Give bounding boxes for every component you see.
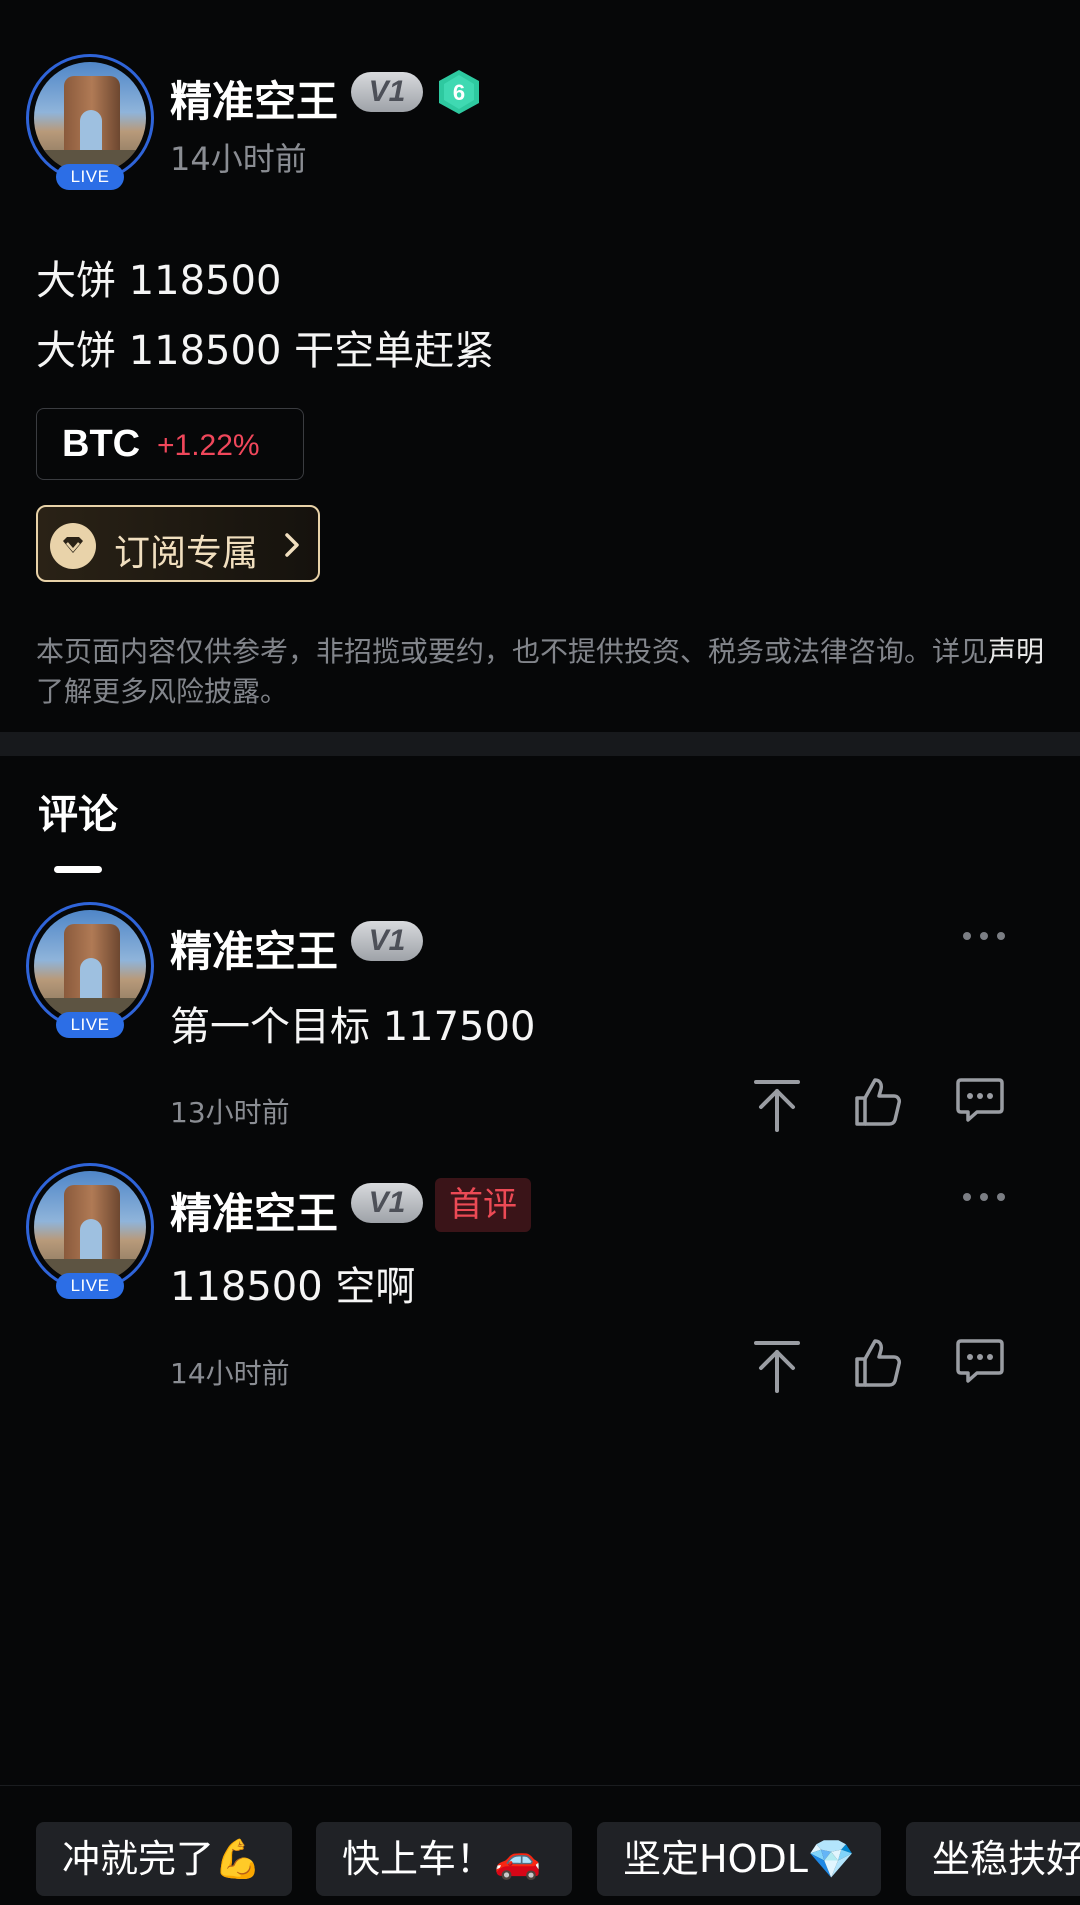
live-badge: LIVE	[56, 1012, 124, 1038]
pin-top-icon[interactable]	[752, 1339, 802, 1393]
thumbs-up-icon[interactable]	[852, 1074, 902, 1128]
live-badge: LIVE	[56, 164, 124, 190]
comment-author-name[interactable]: 精准空王	[170, 918, 338, 979]
disclaimer-text-end: 了解更多风险披露。	[36, 675, 289, 708]
comment-icon[interactable]	[955, 1074, 1005, 1128]
thumbs-up-icon[interactable]	[852, 1335, 902, 1389]
vip-badge: V1	[351, 72, 423, 112]
diamond-icon	[50, 523, 96, 569]
post-line-1: 大饼 118500	[36, 258, 282, 304]
chevron-right-icon	[285, 533, 299, 557]
comment-text: 118500 空啊	[170, 1264, 416, 1310]
ticker-symbol: BTC	[62, 423, 141, 465]
more-icon[interactable]	[960, 1190, 1008, 1204]
section-divider	[0, 732, 1080, 756]
disclaimer-link[interactable]: 声明	[988, 635, 1044, 668]
post-time: 14小时前	[170, 140, 307, 178]
vip-badge: V1	[351, 921, 423, 961]
quick-reply-divider	[0, 1785, 1080, 1786]
tab-comments[interactable]: 评论	[38, 782, 118, 840]
vip-badge: V1	[351, 1183, 423, 1223]
quick-reply-chip[interactable]: 冲就完了💪	[36, 1822, 292, 1896]
comment-icon[interactable]	[955, 1335, 1005, 1389]
comment-avatar[interactable]: LIVE	[26, 1163, 154, 1299]
subscribe-exclusive-button[interactable]: 订阅专属	[36, 505, 320, 582]
pin-top-icon[interactable]	[752, 1078, 802, 1132]
comment-author-name[interactable]: 精准空王	[170, 1180, 338, 1241]
live-badge: LIVE	[56, 1273, 124, 1299]
comment-time: 14小时前	[170, 1357, 290, 1390]
comment-avatar[interactable]: LIVE	[26, 902, 154, 1038]
post-line-2: 大饼 118500 干空单赶紧	[36, 328, 495, 374]
post-author-name[interactable]: 精准空王	[170, 68, 338, 129]
quick-reply-chip[interactable]: 坚定HODL💎	[597, 1822, 881, 1896]
more-icon[interactable]	[960, 929, 1008, 943]
quick-reply-chip[interactable]: 坐稳扶好	[906, 1822, 1080, 1896]
risk-disclaimer: 本页面内容仅供参考，非招揽或要约，也不提供投资、税务或法律咨询。详见声明了解更多…	[36, 632, 1046, 712]
quick-reply-chip[interactable]: 快上车！🚗	[316, 1822, 572, 1896]
first-comment-badge: 首评	[435, 1178, 531, 1232]
comment-text: 第一个目标 117500	[170, 1004, 536, 1050]
disclaimer-text: 本页面内容仅供参考，非招揽或要约，也不提供投资、税务或法律咨询。详见	[36, 635, 989, 668]
subscribe-label: 订阅专属	[114, 533, 259, 574]
ticker-chip-btc[interactable]: BTC +1.22%	[36, 408, 304, 480]
level-badge: 6	[439, 70, 479, 114]
post-author-avatar[interactable]: LIVE	[26, 54, 154, 190]
comment-time: 13小时前	[170, 1096, 290, 1129]
tab-underline	[54, 866, 102, 873]
level-number: 6	[453, 80, 465, 105]
ticker-change: +1.22%	[157, 429, 260, 462]
